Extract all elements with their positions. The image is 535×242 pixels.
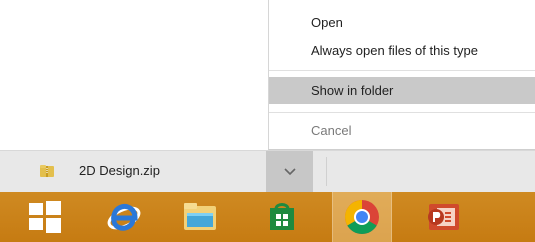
- windows-logo-icon: [29, 201, 61, 233]
- taskbar-internet-explorer[interactable]: [95, 192, 155, 242]
- windows-taskbar: [0, 192, 535, 242]
- download-item[interactable]: 2D Design.zip: [0, 151, 268, 192]
- taskbar-windows-store[interactable]: [252, 192, 312, 242]
- download-shelf: 2D Design.zip: [0, 150, 535, 192]
- menu-separator: [269, 70, 535, 71]
- menu-item-show-in-folder[interactable]: Show in folder: [269, 77, 535, 104]
- chevron-down-icon: [283, 167, 296, 175]
- zip-folder-icon: [40, 165, 54, 177]
- taskbar-google-chrome[interactable]: [332, 192, 392, 242]
- powerpoint-icon: [428, 204, 459, 230]
- menu-item-always-open-type[interactable]: Always open files of this type: [269, 40, 535, 62]
- internet-explorer-icon: [107, 203, 141, 231]
- shelf-divider: [326, 157, 327, 186]
- menu-separator: [269, 112, 535, 113]
- folder-icon: [184, 203, 216, 230]
- download-file-name: 2D Design.zip: [79, 163, 160, 178]
- taskbar-powerpoint[interactable]: [414, 192, 474, 242]
- menu-item-cancel[interactable]: Cancel: [269, 120, 535, 142]
- screen: Open Always open files of this type Show…: [0, 0, 535, 242]
- chrome-icon: [345, 200, 379, 234]
- start-button[interactable]: [0, 192, 90, 242]
- store-icon: [270, 203, 294, 230]
- menu-item-open[interactable]: Open: [269, 12, 535, 34]
- download-context-menu: Open Always open files of this type Show…: [268, 0, 535, 150]
- taskbar-file-explorer[interactable]: [170, 192, 230, 242]
- download-options-button[interactable]: [266, 151, 313, 192]
